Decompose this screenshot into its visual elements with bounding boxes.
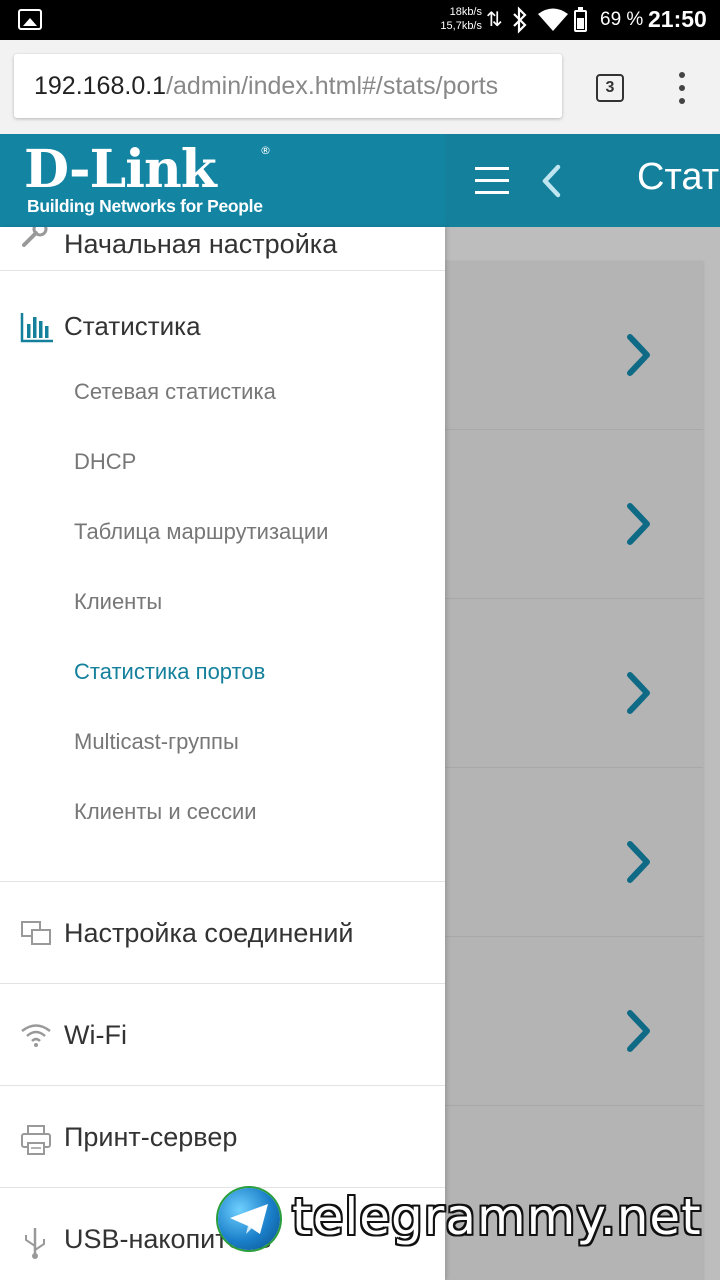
telegram-globe-logo bbox=[218, 1188, 280, 1250]
menu-item-label: Wi-Fi bbox=[64, 1020, 127, 1050]
chevron-right-icon bbox=[627, 672, 650, 714]
wifi-icon bbox=[21, 1024, 51, 1047]
network-speed: 18kb/s 15,7kb/s bbox=[430, 5, 482, 33]
dlink-logo[interactable]: D-Link ® Building Networks for People bbox=[0, 134, 445, 227]
submenu-item-active[interactable]: Статистика портов bbox=[74, 659, 265, 685]
bar-chart-icon bbox=[20, 313, 53, 343]
watermark: telegrammy.net bbox=[216, 1186, 716, 1254]
hamburger-menu-icon[interactable] bbox=[475, 167, 509, 195]
tab-switcher-button[interactable]: 3 bbox=[596, 74, 624, 102]
menu-item-label: Принт-сервер bbox=[64, 1122, 238, 1152]
url-host: 192.168.0.1 bbox=[34, 72, 167, 100]
menu-section-statistics[interactable]: Статистика bbox=[0, 299, 445, 355]
menu-item-wifi[interactable]: Wi-Fi bbox=[0, 984, 445, 1084]
watermark-text: telegrammy.net bbox=[292, 1188, 702, 1246]
menu-item-initial-setup[interactable]: Начальная настройка bbox=[0, 227, 445, 271]
wrench-icon bbox=[22, 227, 48, 247]
usb-icon bbox=[25, 1228, 45, 1259]
section-label: Статистика bbox=[64, 311, 201, 341]
chevron-right-icon bbox=[627, 841, 650, 883]
chevron-right-icon bbox=[627, 334, 650, 376]
submenu-item[interactable]: Таблица маршрутизации bbox=[74, 519, 328, 545]
port-list-card bbox=[445, 261, 703, 1280]
content-overlay[interactable] bbox=[445, 227, 720, 1280]
submenu-item[interactable]: Multicast-группы bbox=[74, 729, 239, 755]
clock: 21:50 bbox=[648, 6, 707, 32]
overflow-menu-icon[interactable] bbox=[670, 72, 694, 104]
upload-speed: 18kb/s bbox=[449, 6, 482, 18]
bluetooth-icon bbox=[513, 6, 527, 34]
paper-plane-icon bbox=[230, 1204, 268, 1234]
menu-item-label: Настройка соединений bbox=[64, 918, 354, 948]
app-header: D-Link ® Building Networks for People Ст… bbox=[0, 134, 720, 227]
list-item[interactable] bbox=[445, 599, 703, 768]
url-bar[interactable]: 192.168.0.1/admin/index.html#/stats/port… bbox=[14, 54, 562, 118]
logo-registered-mark: ® bbox=[260, 144, 271, 157]
menu-item-connections[interactable]: Настройка соединений bbox=[0, 882, 445, 982]
list-item[interactable] bbox=[445, 430, 703, 599]
menu-item-print-server[interactable]: Принт-сервер bbox=[0, 1086, 445, 1186]
chevron-right-icon bbox=[627, 1010, 650, 1052]
logo-text: D-Link bbox=[24, 139, 217, 200]
page-title: Стат bbox=[637, 156, 720, 198]
connections-icon bbox=[21, 921, 51, 945]
wifi-icon bbox=[538, 8, 568, 31]
status-bar: 18kb/s 15,7kb/s ⇅ 69 % 21:50 bbox=[0, 0, 720, 40]
chevron-right-icon bbox=[627, 503, 650, 545]
back-chevron-icon[interactable] bbox=[540, 164, 562, 198]
download-speed: 15,7kb/s bbox=[440, 20, 482, 32]
logo-tagline: Building Networks for People bbox=[27, 196, 263, 216]
browser-toolbar: 192.168.0.1/admin/index.html#/stats/port… bbox=[0, 40, 720, 134]
list-item[interactable] bbox=[445, 937, 703, 1106]
url-path: /admin/index.html#/stats/ports bbox=[166, 72, 499, 100]
submenu-item[interactable]: Сетевая статистика bbox=[74, 379, 276, 405]
image-icon bbox=[18, 9, 42, 30]
url-text[interactable]: 192.168.0.1/admin/index.html#/stats/port… bbox=[34, 72, 498, 101]
data-arrows-icon: ⇅ bbox=[486, 7, 503, 31]
battery-icon bbox=[574, 7, 587, 32]
submenu-item[interactable]: DHCP bbox=[74, 449, 136, 475]
list-item[interactable] bbox=[445, 261, 703, 430]
battery-percent: 69 % bbox=[600, 9, 644, 30]
submenu-item[interactable]: Клиенты bbox=[74, 589, 162, 615]
printer-icon bbox=[21, 1125, 51, 1155]
list-item[interactable] bbox=[445, 768, 703, 937]
menu-item-label: Начальная настройка bbox=[64, 229, 338, 259]
submenu-item[interactable]: Клиенты и сессии bbox=[74, 799, 257, 825]
nav-drawer: Начальная настройка Статистика Сетевая с… bbox=[0, 227, 445, 1280]
